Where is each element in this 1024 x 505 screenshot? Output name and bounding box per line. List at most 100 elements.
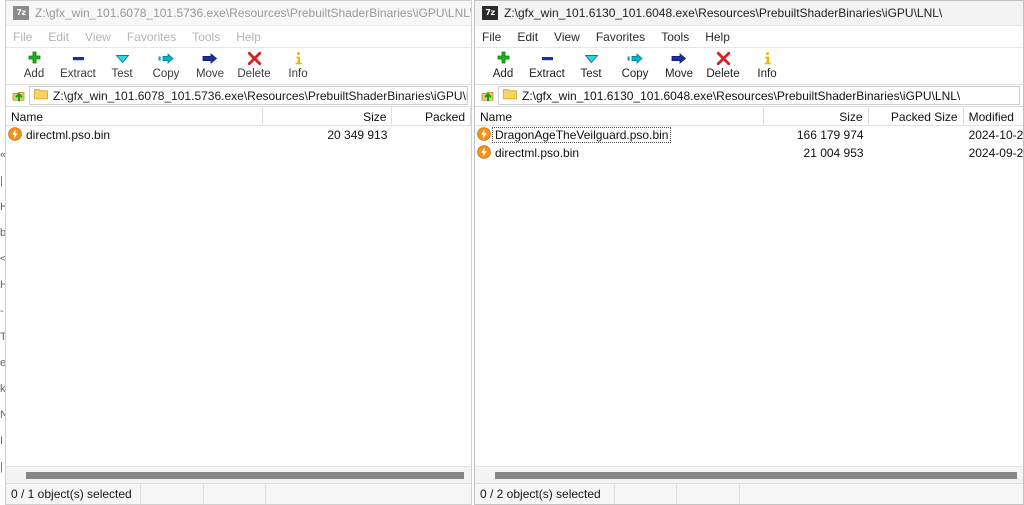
titlebar-right[interactable]: 7z Z:\gfx_win_101.6130_101.6048.exe\Reso…: [475, 1, 1023, 26]
cell-size: 166 179 974: [796, 128, 864, 142]
menu-edit[interactable]: Edit: [48, 30, 78, 44]
copy-button[interactable]: Copy: [613, 48, 657, 81]
test-button[interactable]: Test: [100, 48, 144, 81]
desktop-root: «|Hb<H-TekNI| ed 7z Z:\gfx_win_101.6078_…: [0, 0, 1024, 505]
archive-window-right[interactable]: 7z Z:\gfx_win_101.6130_101.6048.exe\Reso…: [474, 0, 1024, 505]
toolbar-left[interactable]: Add Extract Test Copy Move Delete Info: [6, 47, 471, 85]
toolbar-right[interactable]: Add Extract Test Copy Move Delete Info: [475, 47, 1023, 85]
address-combobox[interactable]: Z:\gfx_win_101.6078_101.5736.exe\Resourc…: [29, 86, 468, 105]
file-list-right[interactable]: DragonAgeTheVeilguard.pso.bin 166 179 97…: [475, 126, 1023, 466]
extract-label: Extract: [529, 68, 565, 80]
up-folder-icon[interactable]: [9, 87, 29, 105]
column-header-size[interactable]: Size: [764, 107, 869, 125]
file-name: directml.pso.bin: [26, 128, 111, 142]
delete-button[interactable]: Delete: [701, 48, 745, 81]
status-selection: 0 / 1 object(s) selected: [6, 484, 141, 504]
address-combobox[interactable]: Z:\gfx_win_101.6130_101.6048.exe\Resourc…: [498, 86, 1020, 105]
column-header-packed[interactable]: Packed: [392, 107, 471, 125]
cell-modified: 2024-10-2: [968, 128, 1023, 142]
column-header-packed-size[interactable]: Packed Size: [869, 107, 964, 125]
test-label: Test: [111, 68, 133, 80]
delete-x-icon: [247, 50, 262, 67]
plus-icon: [27, 50, 42, 67]
titlebar-left[interactable]: 7z Z:\gfx_win_101.6078_101.5736.exe\Reso…: [6, 1, 471, 26]
status-cell-2: [615, 484, 677, 504]
add-button[interactable]: Add: [481, 48, 525, 81]
horizontal-scrollbar-right[interactable]: [475, 466, 1023, 483]
plus-icon: [496, 50, 511, 67]
test-button[interactable]: Test: [569, 48, 613, 81]
add-label: Add: [23, 68, 45, 80]
cell-name[interactable]: DragonAgeTheVeilguard.pso.bin: [475, 126, 764, 144]
copy-label: Copy: [152, 68, 180, 80]
file-name: DragonAgeTheVeilguard.pso.bin: [491, 127, 672, 143]
copy-button[interactable]: Copy: [144, 48, 188, 81]
info-button[interactable]: Info: [745, 48, 789, 81]
menu-help[interactable]: Help: [236, 30, 270, 44]
background-text-fragment: |: [0, 175, 3, 187]
addressbar-right[interactable]: Z:\gfx_win_101.6130_101.6048.exe\Resourc…: [475, 85, 1023, 107]
menu-view[interactable]: View: [85, 30, 120, 44]
column-header-name[interactable]: Name: [475, 107, 764, 125]
menu-favorites[interactable]: Favorites: [127, 30, 185, 44]
column-headers-left[interactable]: Name Size Packed: [6, 107, 471, 126]
up-folder-icon[interactable]: [478, 87, 498, 105]
menu-tools[interactable]: Tools: [661, 30, 698, 44]
menu-view[interactable]: View: [554, 30, 589, 44]
menubar-right[interactable]: File Edit View Favorites Tools Help: [475, 26, 1023, 47]
extract-button[interactable]: Extract: [525, 48, 569, 81]
info-i-icon: [292, 50, 305, 67]
move-button[interactable]: Move: [657, 48, 701, 81]
extract-button[interactable]: Extract: [56, 48, 100, 81]
window-title: Z:\gfx_win_101.6078_101.5736.exe\Resourc…: [35, 6, 471, 20]
column-header-size[interactable]: Size: [263, 107, 393, 125]
menubar-left[interactable]: File Edit View Favorites Tools Help: [6, 26, 471, 47]
minus-icon: [71, 50, 86, 67]
address-text: Z:\gfx_win_101.6078_101.5736.exe\Resourc…: [53, 88, 468, 103]
info-label: Info: [757, 68, 777, 80]
cell-size: 20 349 913: [327, 128, 388, 142]
scrollbar-thumb[interactable]: [26, 471, 464, 479]
move-label: Move: [664, 68, 694, 80]
cell-name[interactable]: directml.pso.bin: [6, 126, 263, 144]
add-button[interactable]: Add: [12, 48, 56, 81]
scrollbar-thumb[interactable]: [495, 471, 1017, 479]
status-cell-4: [266, 484, 471, 504]
app-icon-7zip: 7z: [13, 6, 29, 20]
background-text-fragment: -: [0, 305, 4, 317]
horizontal-scrollbar-left[interactable]: [6, 466, 471, 483]
table-row[interactable]: DragonAgeTheVeilguard.pso.bin 166 179 97…: [475, 126, 1023, 144]
copy-arrow-icon: [158, 50, 175, 67]
move-label: Move: [195, 68, 225, 80]
delete-button[interactable]: Delete: [232, 48, 276, 81]
menu-file[interactable]: File: [482, 30, 510, 44]
column-headers-right[interactable]: Name Size Packed Size Modified: [475, 107, 1023, 126]
menu-edit[interactable]: Edit: [517, 30, 547, 44]
menu-file[interactable]: File: [13, 30, 41, 44]
file-list-left[interactable]: directml.pso.bin 20 349 913: [6, 126, 471, 466]
copy-label: Copy: [621, 68, 649, 80]
delete-label: Delete: [237, 68, 271, 80]
table-row[interactable]: directml.pso.bin 20 349 913: [6, 126, 471, 144]
app-icon-label: 7z: [485, 8, 495, 17]
menu-help[interactable]: Help: [705, 30, 739, 44]
archive-window-left[interactable]: 7z Z:\gfx_win_101.6078_101.5736.exe\Reso…: [5, 0, 472, 505]
chevron-down-icon: [584, 50, 599, 67]
move-button[interactable]: Move: [188, 48, 232, 81]
info-i-icon: [761, 50, 774, 67]
column-header-name[interactable]: Name: [6, 107, 263, 125]
table-row[interactable]: directml.pso.bin 21 004 953 2024-09-2: [475, 144, 1023, 162]
bolt-file-icon: [477, 126, 491, 144]
app-icon-7zip: 7z: [482, 6, 498, 20]
column-header-modified[interactable]: Modified: [964, 107, 1023, 125]
status-cell-2: [141, 484, 204, 504]
menu-favorites[interactable]: Favorites: [596, 30, 654, 44]
info-button[interactable]: Info: [276, 48, 320, 81]
status-cell-3: [204, 484, 266, 504]
statusbar-right: 0 / 2 object(s) selected: [475, 483, 1023, 504]
add-label: Add: [492, 68, 514, 80]
bolt-file-icon: [477, 144, 491, 162]
menu-tools[interactable]: Tools: [192, 30, 229, 44]
addressbar-left[interactable]: Z:\gfx_win_101.6078_101.5736.exe\Resourc…: [6, 85, 471, 107]
cell-name[interactable]: directml.pso.bin: [475, 144, 764, 162]
